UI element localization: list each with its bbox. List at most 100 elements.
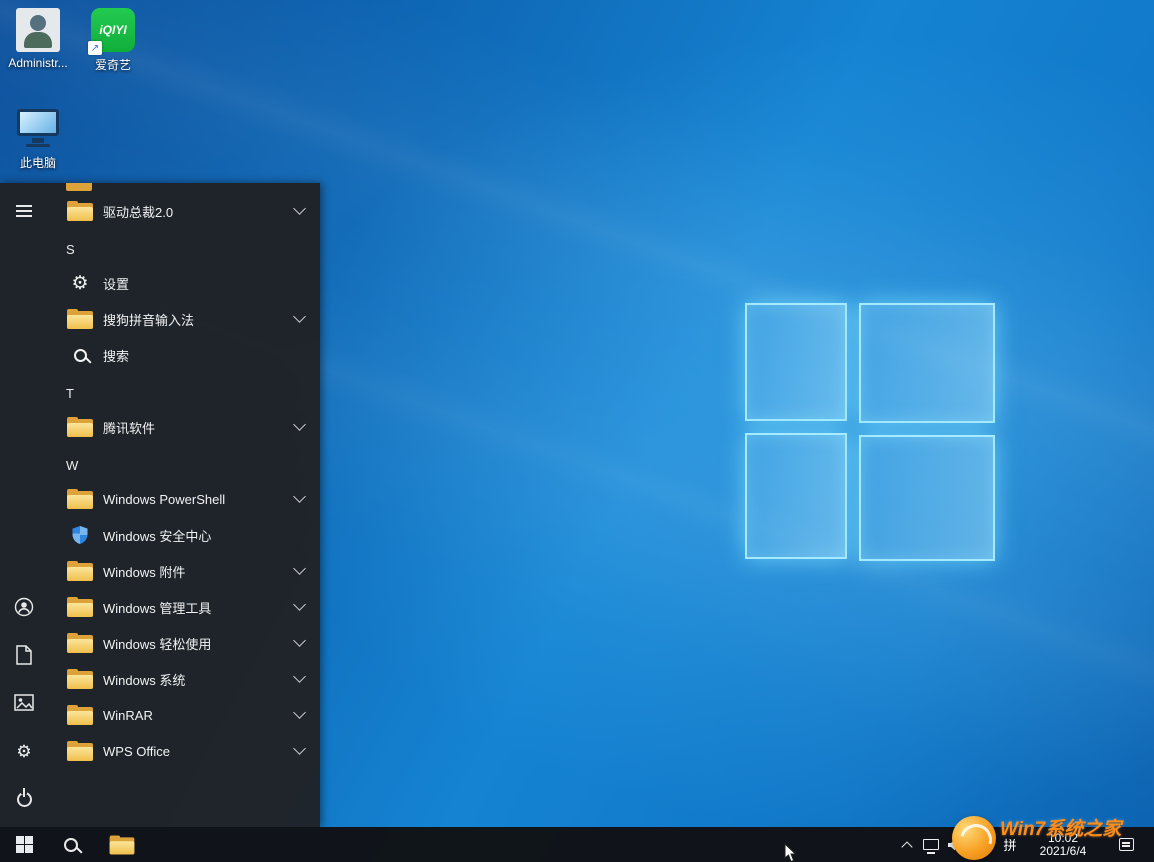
picture-icon (14, 694, 34, 712)
start-menu-item[interactable]: ⚙ 设置 (54, 265, 312, 301)
display-icon (923, 839, 939, 850)
start-menu-item[interactable]: WinRAR (54, 697, 312, 733)
start-menu-item-label: 设置 (103, 274, 304, 293)
folder-icon (67, 741, 93, 761)
windows-logo-icon (16, 836, 33, 853)
start-menu: ⚙ 驱动总裁2.0 S ⚙ 设置 搜狗拼音输入法 (0, 183, 320, 827)
start-menu-item[interactable]: Windows 管理工具 (54, 589, 312, 625)
folder-icon (67, 309, 93, 329)
chevron-down-icon[interactable] (293, 490, 306, 503)
start-menu-item[interactable]: 搜狗拼音输入法 (54, 301, 312, 337)
file-explorer-button[interactable] (98, 827, 146, 862)
clock[interactable]: 10:02 2021/6/4 (1027, 827, 1099, 862)
start-menu-item-label: Windows 系统 (103, 670, 295, 689)
start-menu-item[interactable]: Windows PowerShell (54, 481, 312, 517)
chevron-down-icon[interactable] (293, 706, 306, 719)
chevron-down-icon[interactable] (293, 310, 306, 323)
logo-pane (745, 303, 847, 421)
shortcut-arrow-icon: ↗ (88, 41, 102, 55)
windows-logo-wallpaper (745, 303, 997, 563)
rail-menu-button[interactable] (0, 187, 48, 235)
computer-icon (16, 106, 60, 150)
user-account-icon (16, 8, 60, 52)
taskbar: 拼 10:02 2021/6/4 (0, 827, 1154, 862)
folder-icon (67, 417, 93, 437)
rail-documents-button[interactable] (0, 631, 48, 679)
folder-icon (67, 705, 93, 725)
desktop-icon-label: 爱奇艺 (75, 56, 151, 73)
chevron-down-icon[interactable] (293, 634, 306, 647)
section-letter[interactable]: T (66, 375, 98, 411)
chevron-down-icon[interactable] (293, 670, 306, 683)
taskbar-search-button[interactable] (48, 827, 94, 862)
start-menu-item-label: 搜狗拼音输入法 (103, 310, 295, 329)
section-letter[interactable]: W (66, 447, 98, 483)
desktop-icon-administrator[interactable]: Administr... (0, 8, 76, 70)
start-menu-item[interactable]: Windows 轻松使用 (54, 625, 312, 661)
start-menu-item-label: 搜索 (103, 346, 304, 365)
notification-center-button[interactable] (1106, 827, 1146, 862)
chevron-down-icon[interactable] (293, 598, 306, 611)
folder-icon (67, 489, 93, 509)
section-letter[interactable]: S (66, 231, 98, 267)
time-text: 10:02 (1048, 832, 1078, 845)
start-menu-item[interactable]: Windows 安全中心 (54, 517, 312, 553)
chevron-down-icon[interactable] (293, 562, 306, 575)
start-menu-item[interactable]: Windows 系统 (54, 661, 312, 697)
mouse-cursor (784, 843, 798, 862)
start-menu-item-label: Windows 附件 (103, 562, 295, 581)
desktop-icon-this-pc[interactable]: 此电脑 (0, 106, 76, 171)
desktop-icon-label: 此电脑 (0, 154, 76, 171)
start-menu-app-list: 驱动总裁2.0 S ⚙ 设置 搜狗拼音输入法 搜索 T 腾讯软件 (48, 183, 320, 827)
chevron-down-icon[interactable] (293, 742, 306, 755)
start-menu-item[interactable]: WPS Office (54, 733, 312, 769)
rail-user-button[interactable] (0, 583, 48, 631)
windows-desktop: Administr... iQIYI ↗ 爱奇艺 此电脑 (0, 0, 1154, 862)
start-menu-item[interactable]: 驱动总裁2.0 (54, 193, 312, 229)
hamburger-icon (16, 205, 32, 217)
shield-icon (71, 525, 89, 545)
chevron-down-icon[interactable] (293, 418, 306, 431)
start-menu-item-label: Windows PowerShell (103, 492, 295, 507)
start-button[interactable] (0, 827, 48, 862)
tray-volume-button[interactable] (943, 827, 967, 862)
desktop-icon-iqiyi[interactable]: iQIYI ↗ 爱奇艺 (75, 8, 151, 73)
start-menu-rail: ⚙ (0, 183, 48, 827)
start-menu-item-label: 腾讯软件 (103, 418, 295, 437)
search-icon (64, 838, 78, 852)
desktop-icon-label: Administr... (0, 56, 76, 70)
date-text: 2021/6/4 (1040, 845, 1087, 858)
folder-icon (67, 633, 93, 653)
start-menu-item[interactable]: 腾讯软件 (54, 409, 312, 445)
search-icon (74, 349, 87, 362)
tray-display-button[interactable] (919, 827, 943, 862)
chevron-up-icon (901, 841, 912, 852)
start-menu-item-label: Windows 轻松使用 (103, 634, 295, 653)
start-menu-item-label: WPS Office (103, 744, 295, 759)
power-icon (17, 792, 32, 807)
tray-expand-button[interactable] (895, 827, 919, 862)
folder-icon (67, 201, 93, 221)
logo-pane (745, 433, 847, 559)
gear-icon: ⚙ (16, 743, 31, 760)
start-menu-item[interactable]: Windows 附件 (54, 553, 312, 589)
notification-icon (1119, 838, 1134, 851)
start-menu-item-label: 驱动总裁2.0 (103, 202, 295, 221)
file-explorer-icon (110, 835, 135, 854)
start-menu-item-label: Windows 管理工具 (103, 598, 295, 617)
rail-pictures-button[interactable] (0, 679, 48, 727)
logo-pane (859, 435, 995, 561)
user-icon (14, 597, 34, 617)
start-menu-item-label: Windows 安全中心 (103, 526, 304, 545)
iqiyi-logo-text: iQIYI (99, 23, 126, 37)
ime-indicator[interactable]: 拼 (993, 827, 1027, 862)
iqiyi-icon: iQIYI ↗ (91, 8, 135, 52)
start-menu-item-label: WinRAR (103, 708, 295, 723)
folder-icon (67, 597, 93, 617)
folder-icon (67, 561, 93, 581)
logo-pane (859, 303, 995, 423)
rail-power-button[interactable] (0, 775, 48, 823)
start-menu-item[interactable]: 搜索 (54, 337, 312, 373)
chevron-down-icon[interactable] (293, 202, 306, 215)
rail-settings-button[interactable]: ⚙ (0, 727, 48, 775)
